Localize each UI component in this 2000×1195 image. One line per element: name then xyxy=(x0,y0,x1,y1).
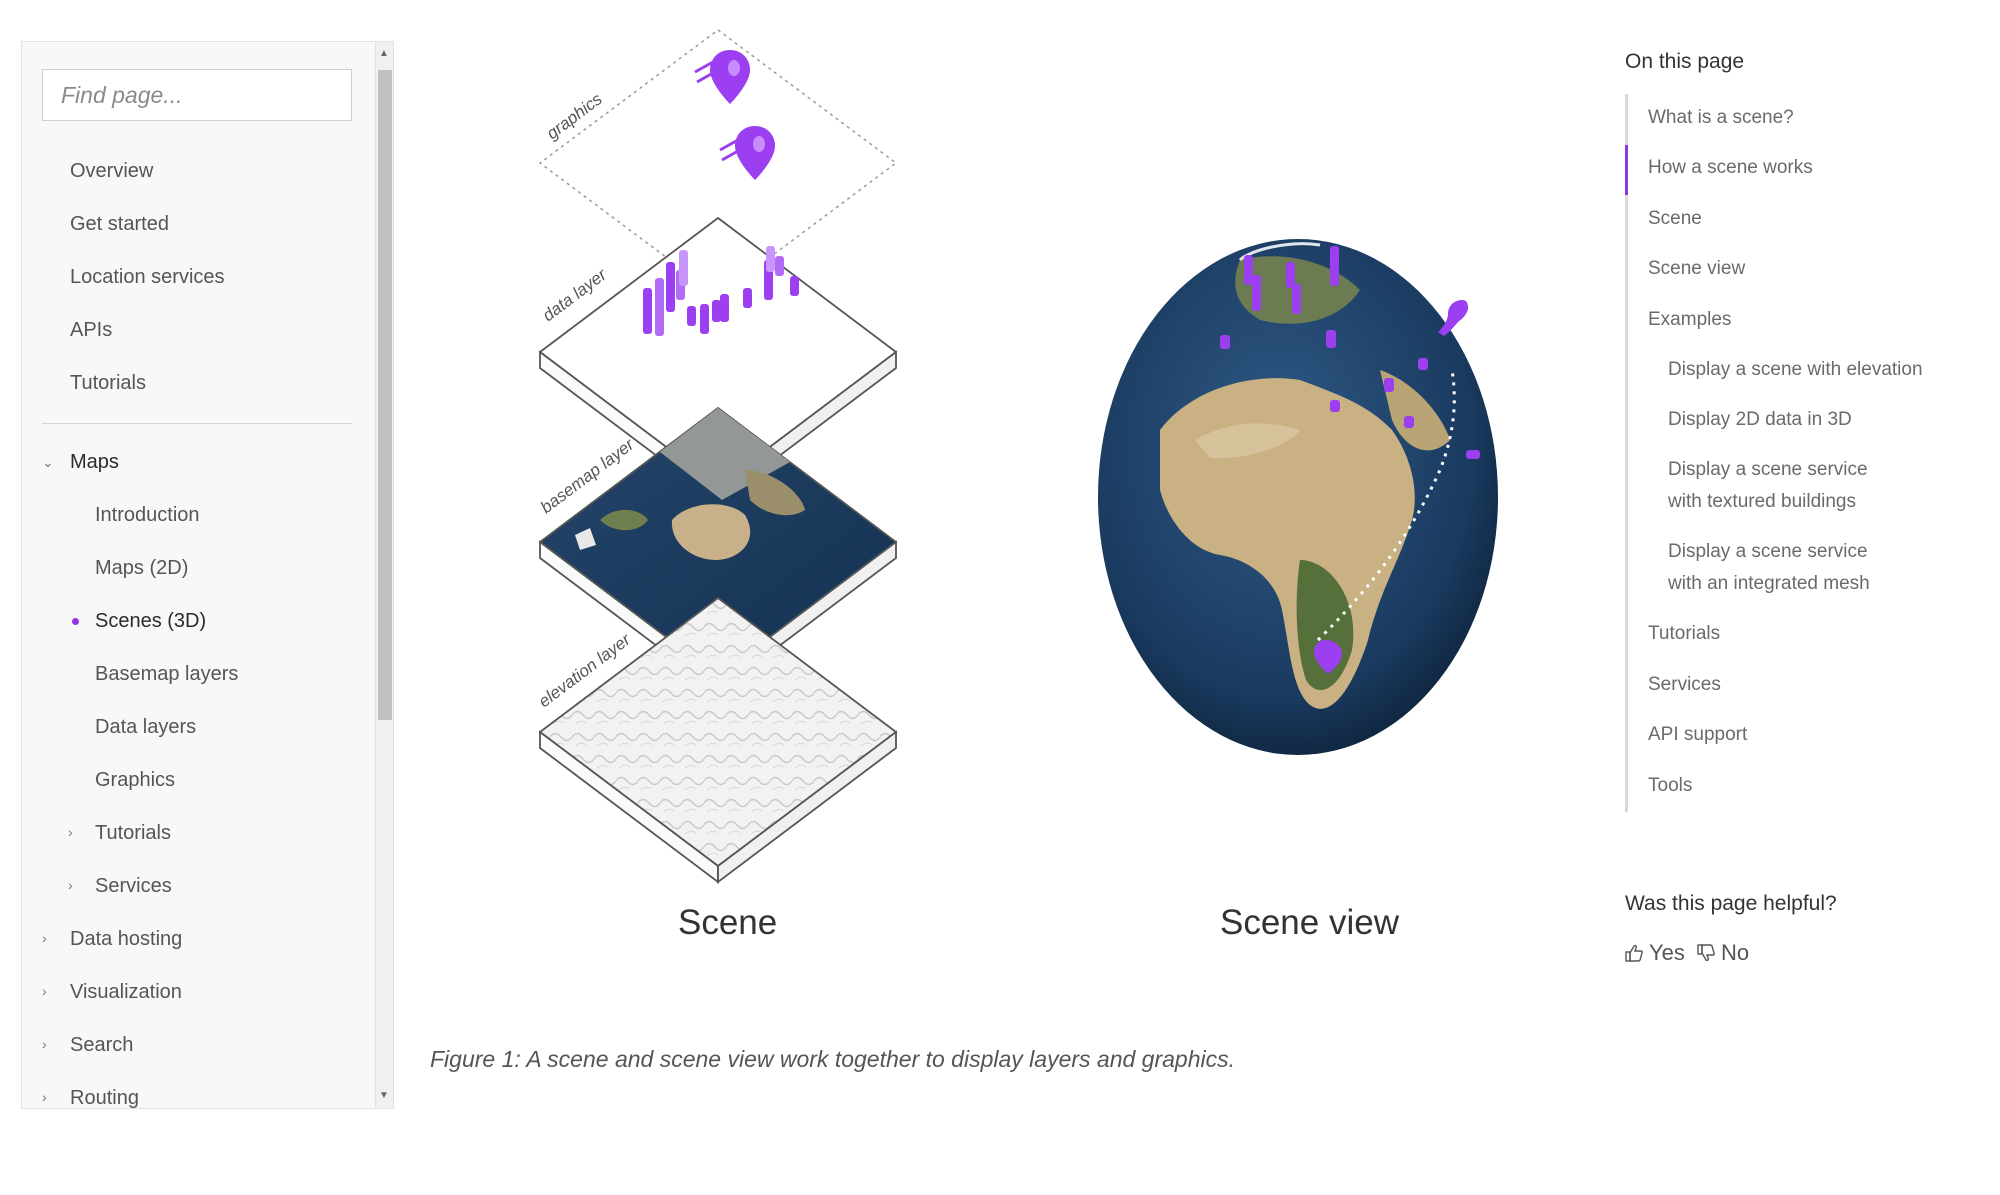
toc-item-examples[interactable]: Examples xyxy=(1648,304,1731,336)
scene-view-label: Scene view xyxy=(1220,903,1399,942)
graphics-layer-label: graphics xyxy=(543,89,606,143)
no-label: No xyxy=(1721,940,1750,965)
toc-item-scene[interactable]: Scene xyxy=(1648,203,1702,235)
yes-button[interactable]: Yes xyxy=(1625,940,1685,966)
globe xyxy=(1098,239,1498,755)
toc-item-2d-data-3d[interactable]: Display 2D data in 3D xyxy=(1668,404,1852,436)
toc-item-how-a-scene-works[interactable]: How a scene works xyxy=(1648,152,1813,184)
feedback-question: Was this page helpful? xyxy=(1625,892,1837,915)
toc-item-services[interactable]: Services xyxy=(1648,669,1721,701)
scene-label: Scene xyxy=(678,903,778,942)
figure-caption: Figure 1: A scene and scene view work to… xyxy=(430,1046,1235,1072)
toc-item-integrated-mesh[interactable]: Display a scene service with an integrat… xyxy=(1668,536,1898,600)
toc-item-scene-view[interactable]: Scene view xyxy=(1648,253,1745,285)
toc-item-tools[interactable]: Tools xyxy=(1648,770,1692,802)
thumbs-down-icon xyxy=(1697,944,1715,962)
toc-active-indicator xyxy=(1625,145,1628,195)
toc-item-textured-buildings[interactable]: Display a scene service with textured bu… xyxy=(1668,454,1898,518)
toc-rail xyxy=(1625,94,1628,812)
map-pin-icon xyxy=(694,50,750,104)
map-pin-icon xyxy=(719,126,775,180)
toc-item-api-support[interactable]: API support xyxy=(1648,719,1747,751)
toc-item-what-is-a-scene[interactable]: What is a scene? xyxy=(1648,102,1794,134)
toc-item-scene-elevation[interactable]: Display a scene with elevation xyxy=(1668,354,1923,386)
yes-label: Yes xyxy=(1649,940,1685,965)
no-button[interactable]: No xyxy=(1697,940,1749,966)
elevation-layer-plane: elevation layer xyxy=(535,596,898,884)
thumbs-up-icon xyxy=(1625,944,1643,962)
toc-item-tutorials[interactable]: Tutorials xyxy=(1648,618,1720,650)
toc-title: On this page xyxy=(1625,50,1745,73)
